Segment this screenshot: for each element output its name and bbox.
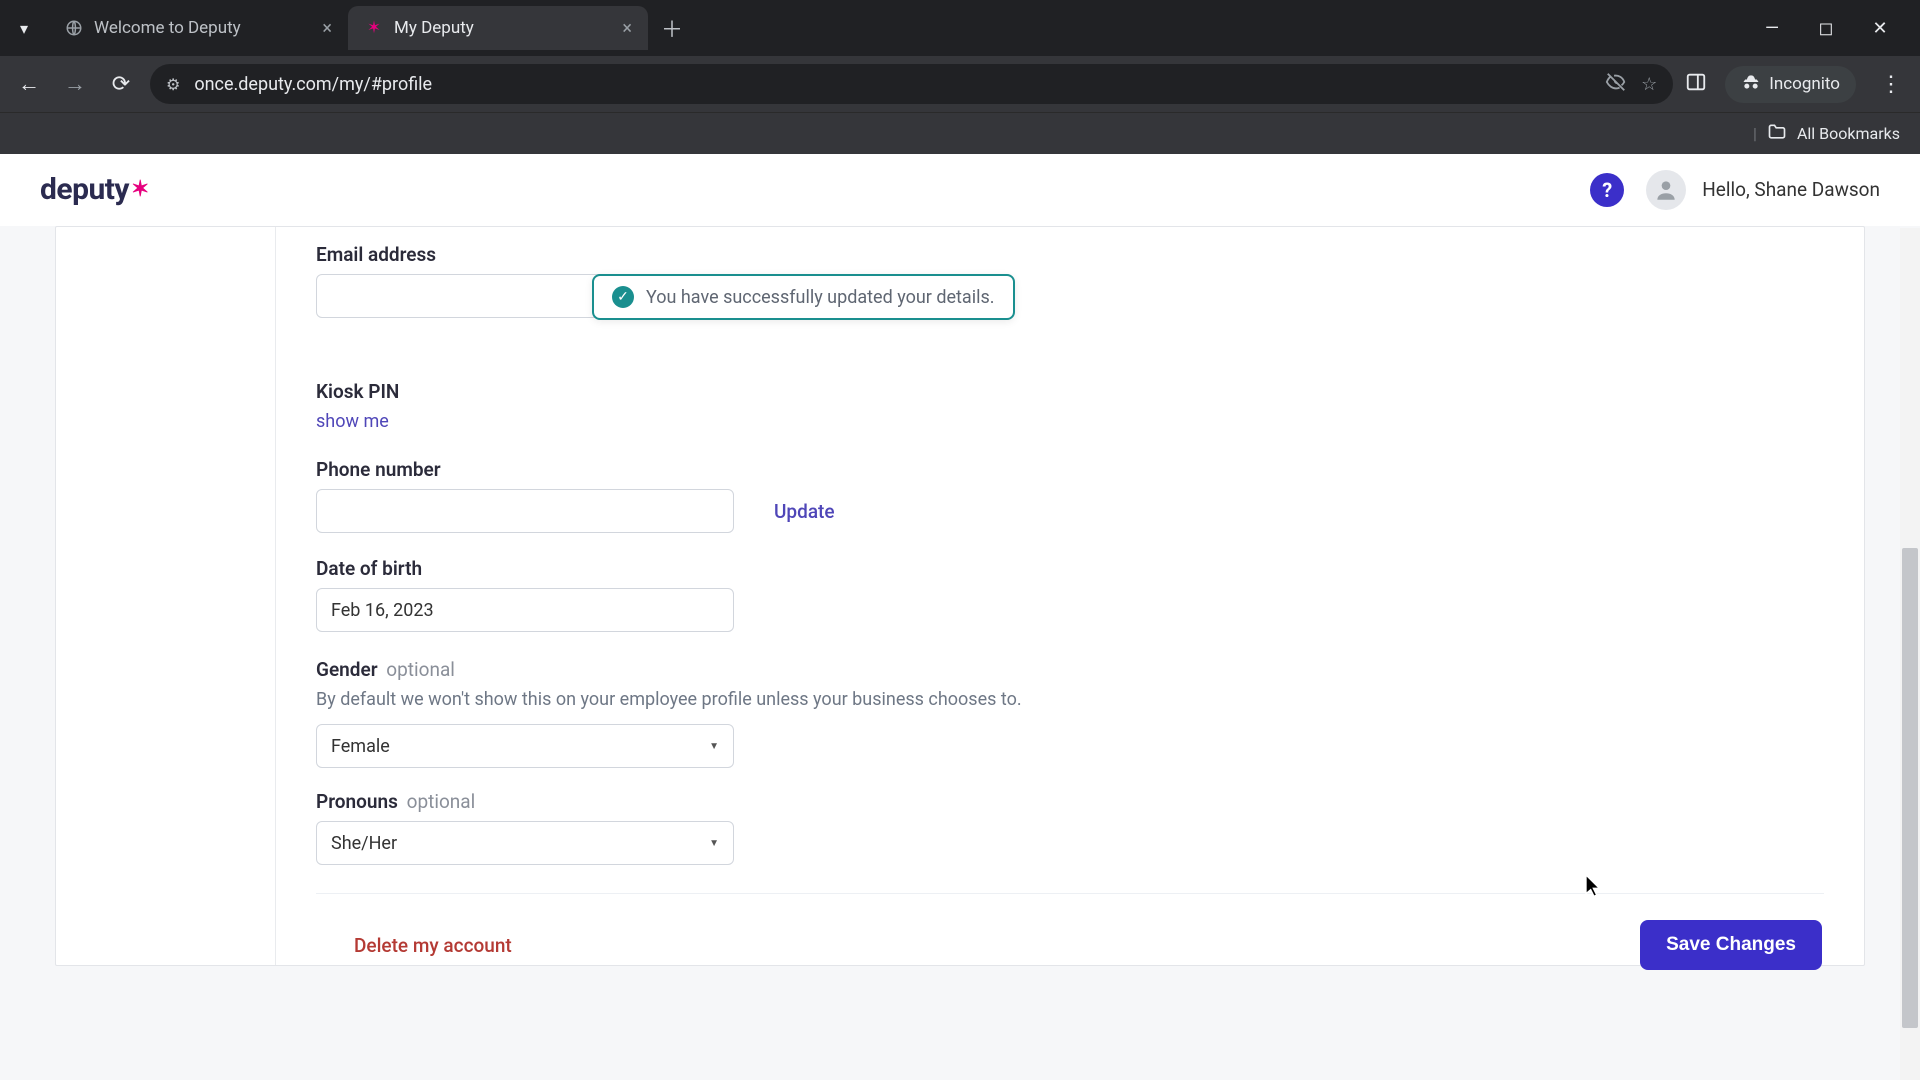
browser-chrome: ▾ Welcome to Deputy × ✶ My Deputy × ＋ — … xyxy=(0,0,1920,154)
app-header: deputy✶ ? Hello, Shane Dawson xyxy=(0,154,1920,226)
field-dob: Date of birth Feb 16, 2023 xyxy=(316,557,1824,632)
pronouns-label: Pronouns optional xyxy=(316,790,1824,813)
check-circle-icon: ✓ xyxy=(612,286,634,308)
card-body: ✓ You have successfully updated your det… xyxy=(276,227,1864,965)
field-gender: Gender optional By default we won't show… xyxy=(316,658,1824,768)
kebab-menu-icon[interactable]: ⋮ xyxy=(1874,72,1908,97)
kiosk-label: Kiosk PIN xyxy=(316,380,1824,403)
tab-strip: ▾ Welcome to Deputy × ✶ My Deputy × ＋ — … xyxy=(0,0,1920,56)
save-changes-button[interactable]: Save Changes xyxy=(1640,920,1822,970)
maximize-icon[interactable]: ◻ xyxy=(1812,18,1840,39)
sidepanel-icon[interactable] xyxy=(1685,71,1707,97)
incognito-icon xyxy=(1741,72,1761,97)
card-left-nav xyxy=(56,227,276,965)
tab-label: My Deputy xyxy=(394,18,474,38)
vertical-scrollbar[interactable] xyxy=(1900,228,1920,1080)
gender-label: Gender optional xyxy=(316,658,1824,681)
close-icon[interactable]: × xyxy=(622,18,632,39)
tab-label: Welcome to Deputy xyxy=(94,18,241,38)
window-controls: — ◻ ✕ xyxy=(1758,18,1912,39)
scrollbar-thumb[interactable] xyxy=(1902,548,1918,1028)
tab-search-dropdown[interactable]: ▾ xyxy=(8,12,40,44)
back-button[interactable]: ← xyxy=(12,67,46,101)
gender-select[interactable]: Female ▼ xyxy=(316,724,734,768)
reload-button[interactable]: ⟳ xyxy=(104,67,138,101)
minimize-icon[interactable]: — xyxy=(1758,18,1786,39)
chevron-down-icon: ▾ xyxy=(20,19,28,38)
gender-value: Female xyxy=(331,736,390,757)
pronouns-optional: optional xyxy=(407,790,476,813)
url-box[interactable]: ⚙ once.deputy.com/my/#profile ☆ xyxy=(150,64,1673,104)
field-pronouns: Pronouns optional She/Her ▼ xyxy=(316,790,1824,865)
greeting-text: Hello, Shane Dawson xyxy=(1702,178,1880,201)
dob-label: Date of birth xyxy=(316,557,1824,580)
eye-off-icon[interactable] xyxy=(1605,71,1627,98)
close-window-icon[interactable]: ✕ xyxy=(1866,18,1894,39)
chevron-down-icon: ▼ xyxy=(709,838,719,849)
help-button[interactable]: ? xyxy=(1590,173,1624,207)
avatar[interactable] xyxy=(1646,170,1686,210)
dob-value: Feb 16, 2023 xyxy=(331,600,434,621)
toast-text: You have successfully updated your detai… xyxy=(646,287,995,308)
field-phone: Phone number Update xyxy=(316,458,1824,533)
url-text: once.deputy.com/my/#profile xyxy=(194,74,1591,95)
incognito-label: Incognito xyxy=(1769,74,1840,94)
chevron-down-icon: ▼ xyxy=(709,741,719,752)
question-icon: ? xyxy=(1602,178,1612,202)
pronouns-value: She/Her xyxy=(331,833,397,854)
email-label: Email address xyxy=(316,243,1824,266)
phone-update-button[interactable]: Update xyxy=(774,500,835,523)
new-tab-button[interactable]: ＋ xyxy=(654,10,690,46)
bookmark-bar: | All Bookmarks xyxy=(0,112,1920,154)
incognito-chip[interactable]: Incognito xyxy=(1725,66,1856,103)
globe-icon xyxy=(64,18,84,38)
tab-my-deputy[interactable]: ✶ My Deputy × xyxy=(348,6,648,50)
folder-icon xyxy=(1767,122,1787,146)
field-email: Email address Update xyxy=(316,243,1824,318)
phone-input[interactable] xyxy=(316,489,734,533)
address-bar: ← → ⟳ ⚙ once.deputy.com/my/#profile ☆ In… xyxy=(0,56,1920,112)
site-settings-icon[interactable]: ⚙ xyxy=(166,75,180,94)
gender-help-text: By default we won't show this on your em… xyxy=(316,689,1824,710)
tab-welcome[interactable]: Welcome to Deputy × xyxy=(48,6,348,50)
sparkle-icon: ✶ xyxy=(131,177,149,202)
page-wrap: ✓ You have successfully updated your det… xyxy=(0,226,1920,1080)
phone-label: Phone number xyxy=(316,458,1824,481)
profile-card: ✓ You have successfully updated your det… xyxy=(55,226,1865,966)
kiosk-show-me-link[interactable]: show me xyxy=(316,411,389,432)
toolbar-right: Incognito ⋮ xyxy=(1685,66,1908,103)
pronouns-select[interactable]: She/Her ▼ xyxy=(316,821,734,865)
deputy-logo[interactable]: deputy✶ xyxy=(40,172,149,207)
close-icon[interactable]: × xyxy=(322,18,332,39)
footer-row: Delete my account Save Changes xyxy=(316,894,1824,970)
dob-input[interactable]: Feb 16, 2023 xyxy=(316,588,734,632)
delete-account-link[interactable]: Delete my account xyxy=(354,934,512,957)
all-bookmarks-link[interactable]: All Bookmarks xyxy=(1797,124,1900,143)
star-icon[interactable]: ☆ xyxy=(1641,74,1657,95)
field-kiosk-pin: Kiosk PIN show me xyxy=(316,380,1824,432)
forward-button[interactable]: → xyxy=(58,67,92,101)
logo-text: deputy xyxy=(40,172,129,207)
gender-optional: optional xyxy=(386,658,455,681)
success-toast: ✓ You have successfully updated your det… xyxy=(592,274,1015,320)
person-icon xyxy=(1653,177,1679,203)
deputy-favicon-icon: ✶ xyxy=(364,18,384,38)
